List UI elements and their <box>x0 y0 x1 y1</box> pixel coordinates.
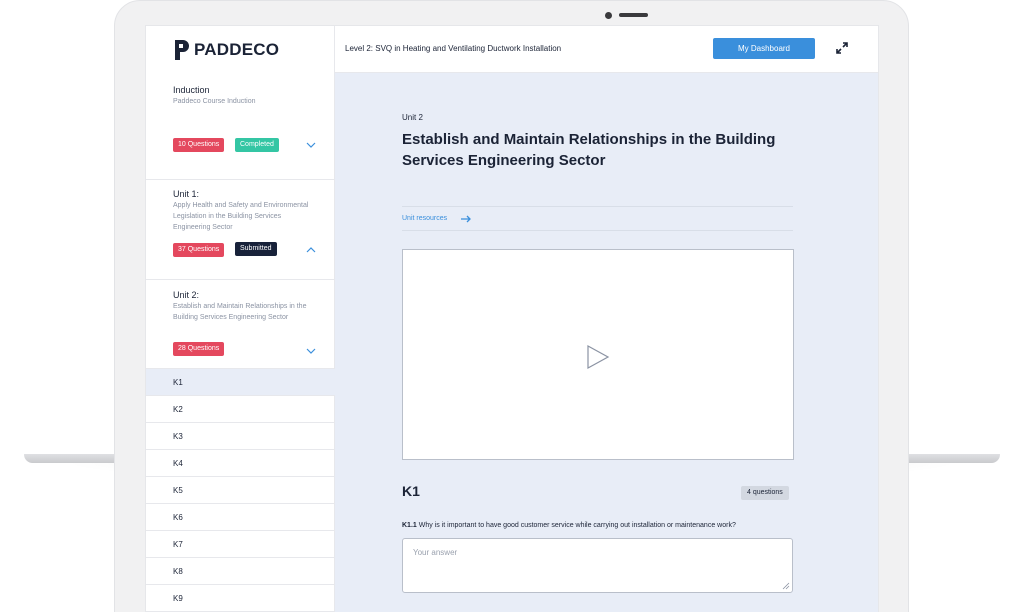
sidebar-item-k8[interactable]: K8 <box>146 558 335 585</box>
arrow-right-icon[interactable] <box>460 215 472 223</box>
unit-resources-row: Unit resources <box>402 206 793 231</box>
submitted-badge: Submitted <box>235 242 277 256</box>
resize-handle-icon[interactable] <box>782 582 790 590</box>
speaker-slot <box>619 13 648 17</box>
unit-title: Unit 1: <box>173 189 200 199</box>
main-content: Unit 2 Establish and Maintain Relationsh… <box>335 73 878 612</box>
sidebar-item-k7[interactable]: K7 <box>146 531 335 558</box>
unit-induction[interactable]: Induction Paddeco Course Induction 10 Qu… <box>146 76 335 180</box>
camera-dot <box>605 12 612 19</box>
unit-subtitle: Apply Health and Safety and Environmenta… <box>173 202 309 231</box>
unit-subtitle: Establish and Maintain Relationships in … <box>173 303 307 321</box>
question-number: K1.1 <box>402 522 417 529</box>
unit-label: Unit 2 <box>402 113 423 122</box>
unit-title: Induction <box>173 85 210 95</box>
section-title: K1 <box>402 483 420 499</box>
sidebar-item-k6[interactable]: K6 <box>146 504 335 531</box>
unit-resources-link[interactable]: Unit resources <box>402 215 447 222</box>
sidebar-item-k3[interactable]: K3 <box>146 423 335 450</box>
laptop-mockup: PADDECO Induction Paddeco Course Inducti… <box>0 0 1024 612</box>
sidebar-item-k2[interactable]: K2 <box>146 396 335 423</box>
knowledge-item-list: K1 K2 K3 K4 K5 K6 K7 K8 K9 <box>146 369 335 612</box>
app-screen: PADDECO Induction Paddeco Course Inducti… <box>146 26 878 612</box>
sidebar-item-k9[interactable]: K9 <box>146 585 335 612</box>
unit-2[interactable]: Unit 2: Establish and Maintain Relations… <box>146 280 335 369</box>
questions-badge: 37 Questions <box>173 243 225 257</box>
question-count-badge: 4 questions <box>741 486 789 500</box>
question-text: K1.1 Why is it important to have good cu… <box>402 522 794 529</box>
sidebar-item-k5[interactable]: K5 <box>146 477 335 504</box>
sidebar: PADDECO Induction Paddeco Course Inducti… <box>146 26 335 612</box>
answer-field[interactable] <box>402 538 793 593</box>
paddeco-logo-icon <box>175 40 189 60</box>
chevron-up-icon[interactable] <box>306 246 316 254</box>
chevron-down-icon[interactable] <box>306 347 316 355</box>
expand-arrows-icon[interactable] <box>835 41 849 55</box>
paddeco-logo[interactable]: PADDECO <box>173 39 279 61</box>
question-body: Why is it important to have good custome… <box>418 522 736 529</box>
completed-badge: Completed <box>235 138 279 152</box>
unit-title: Unit 2: <box>173 290 200 300</box>
questions-badge: 10 Questions <box>173 138 225 152</box>
page-title: Establish and Maintain Relationships in … <box>402 131 776 169</box>
questions-badge: 28 Questions <box>173 342 225 356</box>
unit-subtitle: Paddeco Course Induction <box>173 98 256 105</box>
play-icon[interactable] <box>586 344 610 370</box>
top-bar: Level 2: SVQ in Heating and Ventilating … <box>335 26 878 73</box>
sidebar-item-k4[interactable]: K4 <box>146 450 335 477</box>
video-player[interactable] <box>402 249 794 460</box>
unit-1[interactable]: Unit 1: Apply Health and Safety and Envi… <box>146 180 335 280</box>
course-title: Level 2: SVQ in Heating and Ventilating … <box>345 44 562 53</box>
sidebar-item-k1[interactable]: K1 <box>146 369 335 396</box>
brand-name: PADDECO <box>194 40 280 59</box>
chevron-down-icon[interactable] <box>306 141 316 149</box>
my-dashboard-button[interactable]: My Dashboard <box>713 38 815 59</box>
